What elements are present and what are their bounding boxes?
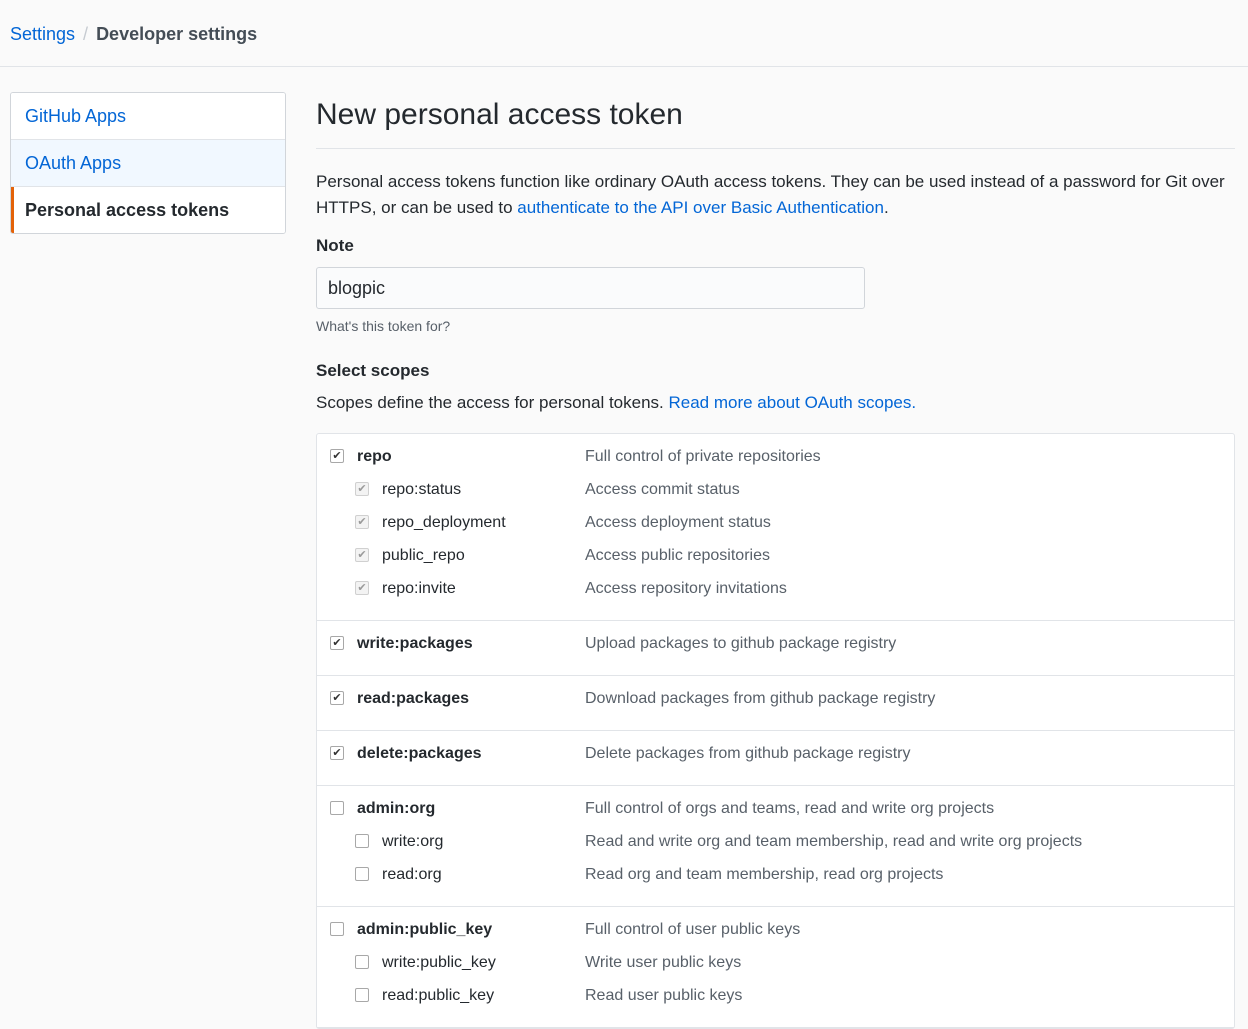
scope-group: admin:org Full control of orgs and teams,…: [317, 786, 1234, 907]
select-scopes-label: Select scopes: [316, 361, 430, 380]
scope-description: Read user public keys: [585, 987, 743, 1004]
scope-description: Full control of user public keys: [585, 921, 801, 938]
page-title: New personal access token: [316, 92, 1235, 149]
scope-row: admin:public_key Full control of user pub…: [317, 918, 1234, 951]
scope-name: read:packages: [357, 690, 470, 707]
breadcrumb: Settings / Developer settings: [10, 23, 257, 45]
scope-name: delete:packages: [357, 745, 482, 762]
scope-name: write:org: [382, 833, 444, 850]
sidebar-item-github-apps[interactable]: GitHub Apps: [11, 93, 285, 140]
scope-description: Upload packages to github package regist…: [585, 635, 897, 652]
scope-sub-row: ✔ public_repo Access public repositories: [317, 544, 1234, 577]
main-content: New personal access token Personal acces…: [316, 92, 1235, 1029]
scope-description: Access public repositories: [585, 547, 770, 564]
basic-auth-link[interactable]: authenticate to the API over Basic Authe…: [517, 198, 884, 217]
scope-group: ✔ write:packages Upload packages to github…: [317, 621, 1234, 676]
scope-checkbox[interactable]: [355, 988, 369, 1002]
scope-name: write:public_key: [382, 954, 496, 971]
scope-group: ✔ delete:packages Delete packages from git…: [317, 731, 1234, 786]
scope-checkbox[interactable]: ✔: [355, 548, 369, 562]
scope-row: ✔ delete:packages Delete packages from git…: [317, 742, 1234, 775]
scope-row: ✔ write:packages Upload packages to github…: [317, 632, 1234, 665]
scope-description: Delete packages from github package regi…: [585, 745, 911, 762]
scope-name: read:org: [382, 866, 442, 883]
scope-name: admin:public_key: [357, 921, 493, 938]
scope-group: ✔ read:packages Download packages from git…: [317, 676, 1234, 731]
scope-description: Access deployment status: [585, 514, 771, 531]
scope-row: admin:org Full control of orgs and teams,…: [317, 797, 1234, 830]
scope-checkbox[interactable]: ✔: [330, 746, 344, 760]
scope-checkbox[interactable]: [355, 867, 369, 881]
scope-checkbox[interactable]: [355, 955, 369, 969]
scope-sub-row: ✔ repo_deployment Access deployment status: [317, 511, 1234, 544]
scope-checkbox[interactable]: ✔: [330, 449, 344, 463]
scope-checkbox[interactable]: [355, 834, 369, 848]
scope-description: Write user public keys: [585, 954, 742, 971]
scope-name: admin:org: [357, 800, 436, 817]
breadcrumb-settings-link[interactable]: Settings: [10, 24, 75, 44]
scope-group: admin:public_key Full control of user pub…: [317, 907, 1234, 1028]
developer-settings-sidebar: GitHub Apps OAuth Apps Personal access t…: [10, 92, 286, 234]
scope-sub-row: ✔ repo:invite Access repository invitation…: [317, 577, 1234, 610]
breadcrumb-separator: /: [83, 24, 89, 44]
scope-row: ✔ read:packages Download packages from git…: [317, 687, 1234, 720]
scope-description: Full control of private repositories: [585, 448, 821, 465]
scope-name: repo: [357, 448, 392, 465]
scope-sub-row: read:org Read org and team membership, re…: [317, 863, 1234, 896]
note-hint: What's this token for?: [316, 318, 451, 334]
scope-description: Access repository invitations: [585, 580, 787, 597]
scope-checkbox[interactable]: ✔: [330, 691, 344, 705]
scope-name: public_repo: [382, 547, 465, 564]
scope-description: Access commit status: [585, 481, 740, 498]
note-label: Note: [316, 236, 354, 255]
scope-row: ✔ repo Full control of private repositorie…: [317, 445, 1234, 478]
scope-name: write:packages: [357, 635, 473, 652]
scope-sub-row: write:org Read and write org and team mem…: [317, 830, 1234, 863]
sidebar-item-personal-access-tokens[interactable]: Personal access tokens: [11, 187, 285, 233]
scope-description: Full control of orgs and teams, read and…: [585, 800, 995, 817]
scope-group: ✔ repo Full control of private repositorie…: [317, 434, 1234, 621]
scope-description: Read and write org and team membership, …: [585, 833, 1083, 850]
scope-name: repo_deployment: [382, 514, 506, 531]
scope-checkbox[interactable]: ✔: [355, 581, 369, 595]
intro-text-end: .: [883, 198, 889, 217]
scopes-list: ✔ repo Full control of private repositorie…: [316, 433, 1235, 1029]
scope-sub-row: ✔ repo:status Access commit status: [317, 478, 1234, 511]
oauth-scopes-link[interactable]: Read more about OAuth scopes.: [668, 393, 916, 412]
scope-sub-row: read:public_key Read user public keys: [317, 984, 1234, 1017]
note-input[interactable]: [316, 267, 865, 309]
scope-checkbox[interactable]: ✔: [355, 482, 369, 496]
scope-description: Read org and team membership, read org p…: [585, 866, 944, 883]
scopes-description-text: Scopes define the access for personal to…: [316, 393, 669, 412]
scope-checkbox[interactable]: ✔: [355, 515, 369, 529]
scope-checkbox[interactable]: [330, 922, 344, 936]
scope-name: repo:invite: [382, 580, 456, 597]
scope-name: repo:status: [382, 481, 462, 498]
scope-name: read:public_key: [382, 987, 495, 1004]
scope-checkbox[interactable]: ✔: [330, 636, 344, 650]
top-header: Settings / Developer settings: [0, 0, 1248, 67]
scope-description: Download packages from github package re…: [585, 690, 936, 707]
scopes-description: Scopes define the access for personal to…: [316, 392, 1235, 414]
intro-text: Personal access tokens function like ord…: [316, 169, 1235, 221]
scope-sub-row: write:public_key Write user public keys: [317, 951, 1234, 984]
sidebar-item-oauth-apps[interactable]: OAuth Apps: [11, 140, 285, 187]
breadcrumb-current: Developer settings: [96, 24, 258, 44]
scope-checkbox[interactable]: [330, 801, 344, 815]
